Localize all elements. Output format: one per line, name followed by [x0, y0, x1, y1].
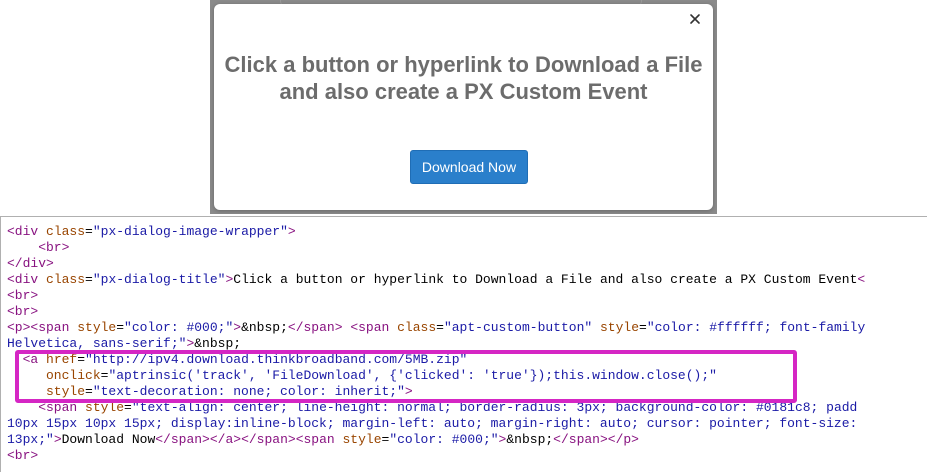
code-token: Click a button or hyperlink to Download … [233, 272, 858, 287]
code-token: = [85, 224, 93, 239]
code-token: = [436, 320, 444, 335]
dialog: Click a button or hyperlink to Download … [214, 4, 713, 210]
code-token: <br> [7, 240, 70, 255]
code-token: = [116, 320, 125, 335]
code-token: </span> [241, 432, 296, 447]
code-token: <span [295, 432, 343, 447]
code-line: <div class="px-dialog-title">Click a but… [7, 272, 865, 288]
code-token: class [397, 320, 437, 335]
code-line: <br> [7, 448, 865, 464]
code-token: "http://ipv4.download.thinkbroadband.com… [85, 352, 468, 367]
code-token: style [77, 320, 117, 335]
close-icon[interactable] [687, 11, 703, 27]
code-token: "color: #000;" [389, 432, 499, 447]
code-token: href [46, 352, 78, 367]
code-line: <p><span style="color: #000;">&nbsp;</sp… [7, 320, 865, 336]
code-line: Helvetica, sans-serif;">&nbsp; [7, 336, 865, 352]
code-token: <br> [7, 288, 39, 303]
code-token: onclick [7, 368, 101, 383]
code-token: style [342, 432, 382, 447]
code-token: <div [7, 224, 47, 239]
code-line: style="text-decoration: none; color: inh… [7, 384, 865, 400]
code-token: "color: #000;" [124, 320, 234, 335]
code-token: style [7, 384, 86, 399]
code-token: <a [7, 352, 47, 367]
code-token: = [85, 384, 93, 399]
code-token: </span></p> [553, 432, 639, 447]
modal-preview: Click a button or hyperlink to Download … [210, 0, 717, 214]
code-token: < [857, 272, 866, 287]
code-line: </div> [7, 256, 865, 272]
html-source-panel: <div class="px-dialog-image-wrapper"> <b… [0, 216, 927, 472]
code-token: > [287, 224, 296, 239]
code-token: <br> [7, 448, 39, 463]
code-token: > [404, 384, 413, 399]
code-line: <div class="px-dialog-image-wrapper"> [7, 224, 865, 240]
code-token: style [600, 320, 640, 335]
code-token: = [85, 272, 93, 287]
code-token: = [124, 400, 132, 415]
code-token: = [77, 352, 86, 367]
code-token: </span></a> [155, 432, 242, 447]
code-line: <span style="text-align: center; line-he… [7, 400, 865, 416]
code-token: &nbsp; [241, 320, 288, 335]
code-token: style [85, 400, 125, 415]
code-token: class [46, 272, 86, 287]
code-token: "text-decoration: none; color: inherit;" [92, 384, 405, 399]
code-line: <br> [7, 288, 865, 304]
code-token: > [53, 432, 62, 447]
code-token: 13px;" [7, 432, 54, 447]
code-token: > [233, 320, 242, 335]
dialog-title: Click a button or hyperlink to Download … [224, 52, 703, 104]
code-token: class [46, 224, 86, 239]
code-line: onclick="aptrinsic('track', 'FileDownloa… [7, 368, 865, 384]
download-now-button[interactable]: Download Now [410, 150, 528, 184]
code-line: <br> [7, 304, 865, 320]
code-token: 10px 15px 10px 15px; display:inline-bloc… [7, 416, 858, 431]
code-token: "aptrinsic('track', 'FileDownload', {'cl… [108, 368, 717, 383]
code-token: "px-dialog-title" [92, 272, 226, 287]
code-token: <br> [7, 304, 39, 319]
code-token: <span [7, 400, 86, 415]
code-token: </span> [287, 320, 343, 335]
code-token: Helvetica, sans-serif;" [7, 336, 187, 351]
code-token: <span [350, 320, 398, 335]
code-line: 13px;">Download Now</span></a></span><sp… [7, 432, 865, 448]
code-token: "color: #ffffff; font-family [646, 320, 866, 335]
html-source-code: <div class="px-dialog-image-wrapper"> <b… [7, 224, 865, 464]
code-line: <a href="http://ipv4.download.thinkbroad… [7, 352, 865, 368]
code-token: "px-dialog-image-wrapper" [92, 224, 288, 239]
code-token: &nbsp; [506, 432, 554, 447]
code-token: &nbsp; [194, 336, 242, 351]
code-token: "apt-custom-button" [443, 320, 593, 335]
code-token: = [639, 320, 647, 335]
code-line: 10px 15px 10px 15px; display:inline-bloc… [7, 416, 865, 432]
code-token: </div> [7, 256, 54, 271]
code-token: Download Now [61, 432, 156, 447]
code-token: <p><span [7, 320, 78, 335]
code-line: <br> [7, 240, 865, 256]
code-token: <div [7, 272, 47, 287]
code-token: "text-align: center; line-height: normal… [131, 400, 858, 415]
